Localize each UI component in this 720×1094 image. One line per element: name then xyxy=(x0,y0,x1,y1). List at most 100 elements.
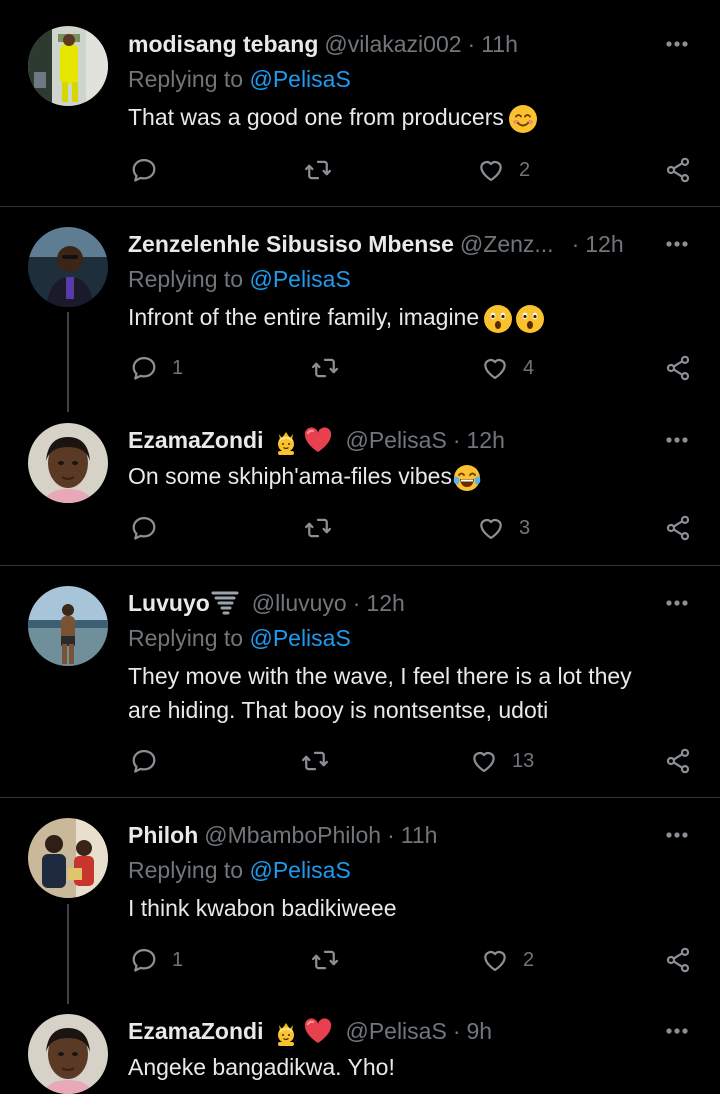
retweet-button[interactable] xyxy=(310,940,340,980)
mention-link[interactable]: @PelisaS xyxy=(249,66,350,92)
timestamp[interactable]: 11h xyxy=(401,822,438,849)
replying-to: Replying to @PelisaS xyxy=(128,625,351,652)
tweet-text-content: I think kwabon badikiweee xyxy=(128,895,397,921)
tweet-actions: 3 xyxy=(0,508,720,548)
share-button[interactable] xyxy=(664,348,692,388)
user-handle[interactable]: @PelisaS xyxy=(345,427,446,454)
share-button[interactable] xyxy=(664,508,692,548)
replying-to-label: Replying to xyxy=(128,266,244,292)
share-icon xyxy=(664,946,692,974)
avatar[interactable] xyxy=(28,586,108,666)
avatar[interactable] xyxy=(28,818,108,898)
tweet-text: They move with the wave, I feel there is… xyxy=(128,659,670,727)
tweet-header: EzamaZondi @PelisaS · 12h xyxy=(128,423,650,457)
mention-link[interactable]: @PelisaS xyxy=(249,266,350,292)
more-options-icon[interactable] xyxy=(662,34,692,54)
more-options-icon[interactable] xyxy=(662,234,692,254)
reply-button[interactable] xyxy=(130,508,172,548)
separator-dot: · xyxy=(387,821,395,848)
astonished-face-icon xyxy=(515,304,545,334)
retweet-button[interactable] xyxy=(300,741,330,781)
avatar[interactable] xyxy=(28,227,108,307)
tweet-1[interactable]: modisang tebang @vilakazi002 · 11h Reply… xyxy=(0,0,720,206)
separator-dot: · xyxy=(452,426,461,453)
tweet-text-content: Infront of the entire family, imagine xyxy=(128,304,480,330)
timestamp[interactable]: 11h xyxy=(481,31,518,58)
reply-icon xyxy=(130,514,158,542)
mention-link[interactable]: @PelisaS xyxy=(249,625,350,651)
share-button[interactable] xyxy=(664,150,692,190)
share-button[interactable] xyxy=(664,940,692,980)
mention-link[interactable]: @PelisaS xyxy=(249,857,350,883)
like-button[interactable]: 2 xyxy=(477,150,530,190)
retweet-icon xyxy=(303,514,333,542)
avatar[interactable] xyxy=(28,1014,108,1094)
more-options-icon[interactable] xyxy=(662,825,692,845)
reply-button[interactable] xyxy=(130,150,172,190)
tweet-header: Luvuyo @lluvuyo · 12h xyxy=(128,586,650,620)
like-button[interactable]: 13 xyxy=(470,741,534,781)
retweet-button[interactable] xyxy=(303,150,333,190)
replying-to-label: Replying to xyxy=(128,66,244,92)
timestamp[interactable]: 9h xyxy=(466,1018,492,1045)
user-handle[interactable]: @MbamboPhiloh xyxy=(204,822,381,849)
person-with-crown-icon xyxy=(271,425,301,455)
person-with-crown-icon xyxy=(271,1016,301,1046)
tears-of-joy-icon xyxy=(452,463,482,493)
timestamp[interactable]: 12h xyxy=(585,231,623,258)
share-button[interactable] xyxy=(664,741,692,781)
like-button[interactable]: 2 xyxy=(481,940,534,980)
tweet-5[interactable]: Philoh @MbamboPhiloh · 11h Replying to @… xyxy=(0,798,720,998)
like-count: 2 xyxy=(523,948,535,971)
separator-dot: · xyxy=(452,1017,461,1044)
like-button[interactable]: 4 xyxy=(481,348,534,388)
reply-icon xyxy=(130,354,158,382)
red-heart-icon xyxy=(303,1016,333,1046)
more-options-icon[interactable] xyxy=(662,593,692,613)
tweet-header: Zenzelenhle Sibusiso Mbense @Zenz... · 1… xyxy=(128,227,650,261)
heart-icon xyxy=(477,514,505,542)
tweet-2[interactable]: Zenzelenhle Sibusiso Mbense @Zenz... · 1… xyxy=(0,207,720,407)
user-handle[interactable]: @PelisaS xyxy=(345,1018,446,1045)
retweet-icon xyxy=(310,946,340,974)
user-handle[interactable]: @lluvuyo xyxy=(252,590,347,617)
avatar[interactable] xyxy=(28,26,108,106)
timestamp[interactable]: 12h xyxy=(466,427,504,454)
more-options-icon[interactable] xyxy=(662,430,692,450)
display-name[interactable]: EzamaZondi xyxy=(128,427,263,454)
reply-button[interactable] xyxy=(130,741,172,781)
retweet-button[interactable] xyxy=(303,508,333,548)
astonished-face-icon xyxy=(483,304,513,334)
replying-to: Replying to @PelisaS xyxy=(128,266,351,293)
reply-button[interactable]: 1 xyxy=(130,940,183,980)
like-button[interactable]: 3 xyxy=(477,508,530,548)
separator-dot: · xyxy=(352,589,361,616)
like-count: 3 xyxy=(519,516,531,539)
share-icon xyxy=(664,156,692,184)
more-options-icon[interactable] xyxy=(662,1021,692,1041)
share-icon xyxy=(664,747,692,775)
display-name[interactable]: Luvuyo xyxy=(128,590,210,617)
reply-button[interactable]: 1 xyxy=(130,348,183,388)
tweet-6[interactable]: EzamaZondi @PelisaS · 9h Angeke bangadik… xyxy=(0,998,720,1094)
user-handle[interactable]: @vilakazi002 xyxy=(324,31,461,58)
tweet-3[interactable]: EzamaZondi @PelisaS · 12h On some skhiph… xyxy=(0,407,720,565)
retweet-button[interactable] xyxy=(310,348,340,388)
timestamp[interactable]: 12h xyxy=(366,590,404,617)
retweet-icon xyxy=(310,354,340,382)
tweet-actions: 1 4 xyxy=(0,348,720,388)
avatar[interactable] xyxy=(28,423,108,503)
tweet-text: That was a good one from producers xyxy=(128,100,680,134)
display-name[interactable]: EzamaZondi xyxy=(128,1018,263,1045)
display-name[interactable]: Zenzelenhle Sibusiso Mbense xyxy=(128,231,454,258)
reply-count: 1 xyxy=(172,356,184,379)
user-handle[interactable]: @Zenz... xyxy=(460,231,554,258)
separator-dot: · xyxy=(467,30,476,57)
tweet-actions: 13 xyxy=(0,741,720,781)
tweet-header: Philoh @MbamboPhiloh · 11h xyxy=(128,818,650,852)
display-name[interactable]: Philoh xyxy=(128,822,198,849)
like-count: 2 xyxy=(519,158,531,181)
tweet-text: On some skhiph'ama-files vibes xyxy=(128,459,680,493)
tweet-4[interactable]: Luvuyo @lluvuyo · 12h Replying to @Pelis… xyxy=(0,566,720,797)
display-name[interactable]: modisang tebang xyxy=(128,31,318,58)
